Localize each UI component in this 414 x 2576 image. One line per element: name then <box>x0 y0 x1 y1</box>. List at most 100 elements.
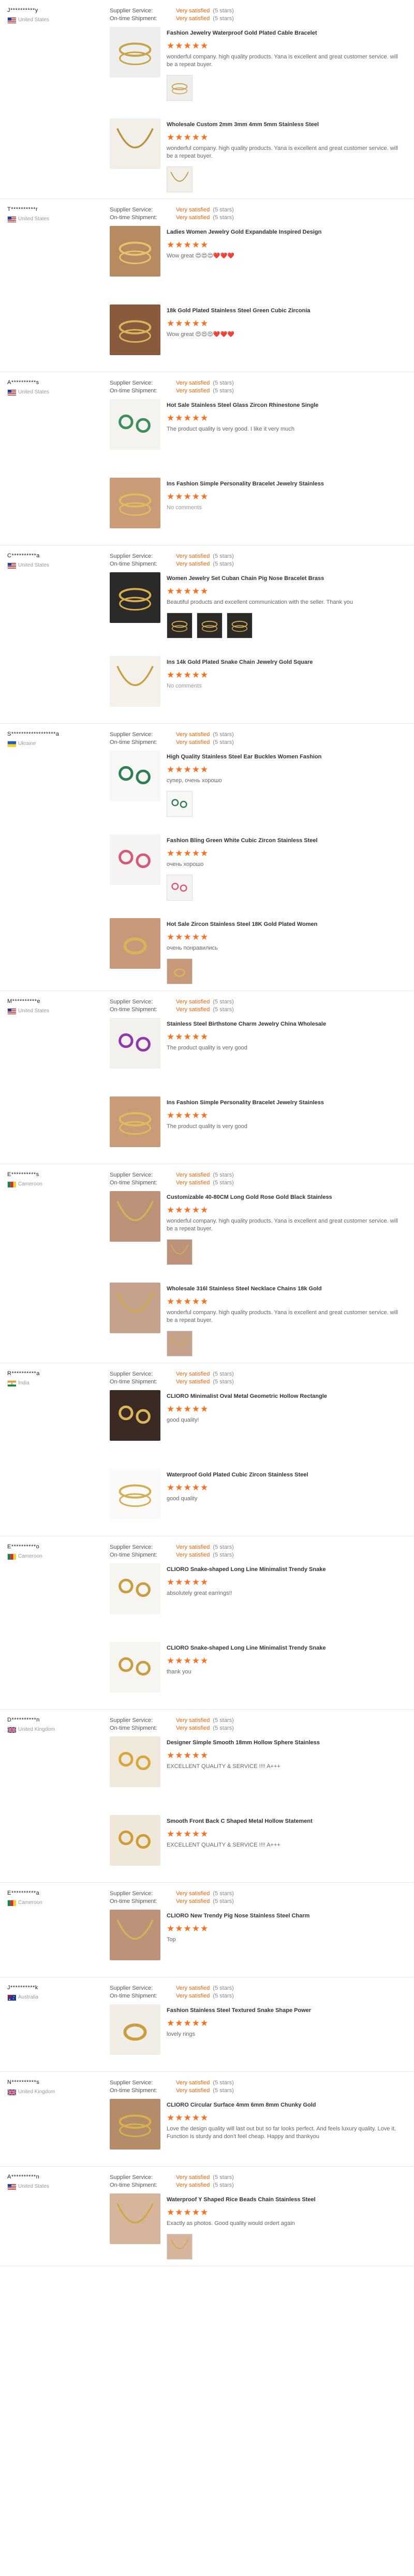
product-title[interactable]: Ins 14k Gold Plated Snake Chain Jewelry … <box>167 659 343 665</box>
product-title[interactable]: CLIORO Snake-shaped Long Line Minimalist… <box>167 1566 343 1573</box>
product-title[interactable]: Fashion Stainless Steel Textured Snake S… <box>167 2007 343 2014</box>
supplier-service-label: Supplier Service: <box>110 1985 153 1991</box>
product-title[interactable]: High Quality Stainless Steel Ear Buckles… <box>167 754 343 760</box>
product-title[interactable]: Wholesale 316l Stainless Steel Necklace … <box>167 1286 343 1292</box>
product-title[interactable]: Stainless Steel Birthstone Charm Jewelry… <box>167 1021 343 1027</box>
review-photo[interactable] <box>167 1331 193 1356</box>
ontime-shipment-label: On-time Shipment: <box>110 388 157 394</box>
product-thumbnail[interactable] <box>110 1283 160 1333</box>
review-photo[interactable] <box>167 791 193 817</box>
rating-stars: ★★★★★ <box>167 413 209 423</box>
review-photo[interactable] <box>167 2234 193 2260</box>
product-review: CLIORO Circular Surface 4mm 6mm 8mm Chun… <box>110 2099 414 2160</box>
ontime-shipment-row: On-time Shipment: Very satisfied (5 stars) <box>110 1006 414 1014</box>
flag-icon <box>7 562 16 569</box>
review-comment: Love the design quality will last out bu… <box>167 2126 396 2140</box>
review-photo[interactable] <box>167 75 193 101</box>
product-thumbnail[interactable] <box>110 918 160 969</box>
review-card: N**********s United Kingdom Supplier Servi… <box>0 2072 414 2167</box>
product-thumbnail[interactable] <box>110 1390 160 1441</box>
product-thumbnail[interactable] <box>110 1018 160 1069</box>
product-thumbnail[interactable] <box>110 1815 160 1866</box>
supplier-service-label: Supplier Service: <box>110 8 153 14</box>
country-name: Australia <box>18 1994 38 2000</box>
supplier-service-label: Supplier Service: <box>110 1544 153 1550</box>
review-comment: wonderful company. high quality products… <box>167 145 398 159</box>
product-title[interactable]: Smooth Front Back C Shaped Metal Hollow … <box>167 1818 343 1824</box>
product-title[interactable]: CLIORO Snake-shaped Long Line Minimalist… <box>167 1645 343 1651</box>
supplier-service-label: Supplier Service: <box>110 380 153 386</box>
product-title[interactable]: Designer Simple Smooth 18mm Hollow Spher… <box>167 1740 343 1746</box>
product-thumbnail[interactable] <box>110 1469 160 1519</box>
product-thumbnail[interactable] <box>110 1910 160 1960</box>
product-title[interactable]: Hot Sale Stainless Steel Glass Zircon Rh… <box>167 402 343 408</box>
product-info: Wholesale 316l Stainless Steel Necklace … <box>167 1283 405 1356</box>
supplier-service-row: Supplier Service: Very satisfied (5 stars) <box>110 2079 414 2087</box>
supplier-service-row: Supplier Service: Very satisfied (5 stars) <box>110 998 414 1006</box>
product-title[interactable]: Customizable 40-80CM Long Gold Rose Gold… <box>167 1194 343 1200</box>
review-photo[interactable] <box>167 1239 193 1265</box>
product-title[interactable]: Women Jewelry Set Cuban Chain Pig Nose B… <box>167 575 343 582</box>
product-thumbnail[interactable] <box>110 751 160 801</box>
rating-stars: ★★★★★ <box>167 1032 209 1042</box>
service-ratings: Supplier Service: Very satisfied (5 stars)… <box>110 1717 414 1733</box>
product-title[interactable]: Wholesale Custom 2mm 3mm 4mm 5mm Stainle… <box>167 121 343 128</box>
review-photos <box>167 166 405 192</box>
product-thumbnail[interactable] <box>110 656 160 707</box>
product-title[interactable]: Ins Fashion Simple Personality Bracelet … <box>167 481 343 487</box>
product-thumbnail[interactable] <box>110 2099 160 2150</box>
review-photo[interactable] <box>167 613 193 638</box>
review-comment: The product quality is very good <box>167 1045 247 1051</box>
product-title[interactable]: CLIORO Circular Surface 4mm 6mm 8mm Chun… <box>167 2102 343 2108</box>
supplier-service-label: Supplier Service: <box>110 2174 153 2181</box>
supplier-service-row: Supplier Service: Very satisfied (5 stars) <box>110 206 414 214</box>
product-thumbnail[interactable] <box>110 2193 160 2244</box>
review-photos <box>167 75 405 101</box>
product-thumbnail[interactable] <box>110 27 160 78</box>
product-thumbnail[interactable] <box>110 478 160 528</box>
supplier-service-stars: (5 stars) <box>213 731 234 738</box>
product-title[interactable]: Hot Sale Zircon Stainless Steel 18K Gold… <box>167 921 343 927</box>
product-title[interactable]: Waterproof Y Shaped Rice Beads Chain Sta… <box>167 2197 343 2203</box>
flag-icon <box>7 1727 17 1733</box>
supplier-service-value: Very satisfied <box>176 2174 210 2181</box>
rating-stars: ★★★★★ <box>167 586 209 596</box>
review-comment: good quality! <box>167 1417 199 1423</box>
flag-icon <box>7 1994 16 2001</box>
product-thumbnail[interactable] <box>110 834 160 885</box>
product-title[interactable]: Fashion Bling Green White Cubic Zircon S… <box>167 837 343 844</box>
product-thumbnail[interactable] <box>110 226 160 277</box>
product-title[interactable]: Fashion Jewelry Waterproof Gold Plated C… <box>167 30 343 36</box>
product-thumbnail[interactable] <box>110 304 160 355</box>
review-card: E**********o Cameroon Supplier Service: Ver… <box>0 1536 414 1710</box>
ontime-shipment-label: On-time Shipment: <box>110 1552 157 1558</box>
product-thumbnail[interactable] <box>110 1191 160 1242</box>
product-title[interactable]: Waterproof Gold Plated Cubic Zircon Stai… <box>167 1472 343 1478</box>
product-thumbnail[interactable] <box>110 2004 160 2055</box>
product-title[interactable]: Ladies Women Jewelry Gold Expandable Ins… <box>167 229 343 235</box>
country-name: Cameroon <box>18 1900 42 1906</box>
ontime-shipment-row: On-time Shipment: Very satisfied (5 stars) <box>110 214 414 222</box>
ontime-shipment-label: On-time Shipment: <box>110 1993 157 1999</box>
product-title[interactable]: 18k Gold Plated Stainless Steel Green Cu… <box>167 308 343 314</box>
product-thumbnail[interactable] <box>110 118 160 169</box>
product-title[interactable]: Ins Fashion Simple Personality Bracelet … <box>167 1100 343 1106</box>
product-thumbnail[interactable] <box>110 1096 160 1147</box>
product-title[interactable]: CLIORO New Trendy Pig Nose Stainless Ste… <box>167 1913 343 1919</box>
review-photo[interactable] <box>167 166 193 192</box>
review-photo[interactable] <box>197 613 223 638</box>
supplier-service-value: Very satisfied <box>176 731 210 738</box>
product-thumbnail[interactable] <box>110 1563 160 1614</box>
product-thumbnail[interactable] <box>110 1736 160 1787</box>
product-thumbnail[interactable] <box>110 1642 160 1693</box>
review-photo[interactable] <box>167 958 193 984</box>
ontime-shipment-value: Very satisfied <box>176 1007 210 1013</box>
review-photo[interactable] <box>227 613 253 638</box>
review-photo[interactable] <box>167 875 193 901</box>
product-thumbnail[interactable] <box>110 572 160 623</box>
product-thumbnail[interactable] <box>110 399 160 450</box>
product-title[interactable]: CLIORO Minimalist Oval Metal Geometric H… <box>167 1393 343 1399</box>
product-review: Women Jewelry Set Cuban Chain Pig Nose B… <box>110 572 414 638</box>
buyer-country: United States <box>7 2184 106 2190</box>
product-info: Fashion Jewelry Waterproof Gold Plated C… <box>167 27 405 101</box>
